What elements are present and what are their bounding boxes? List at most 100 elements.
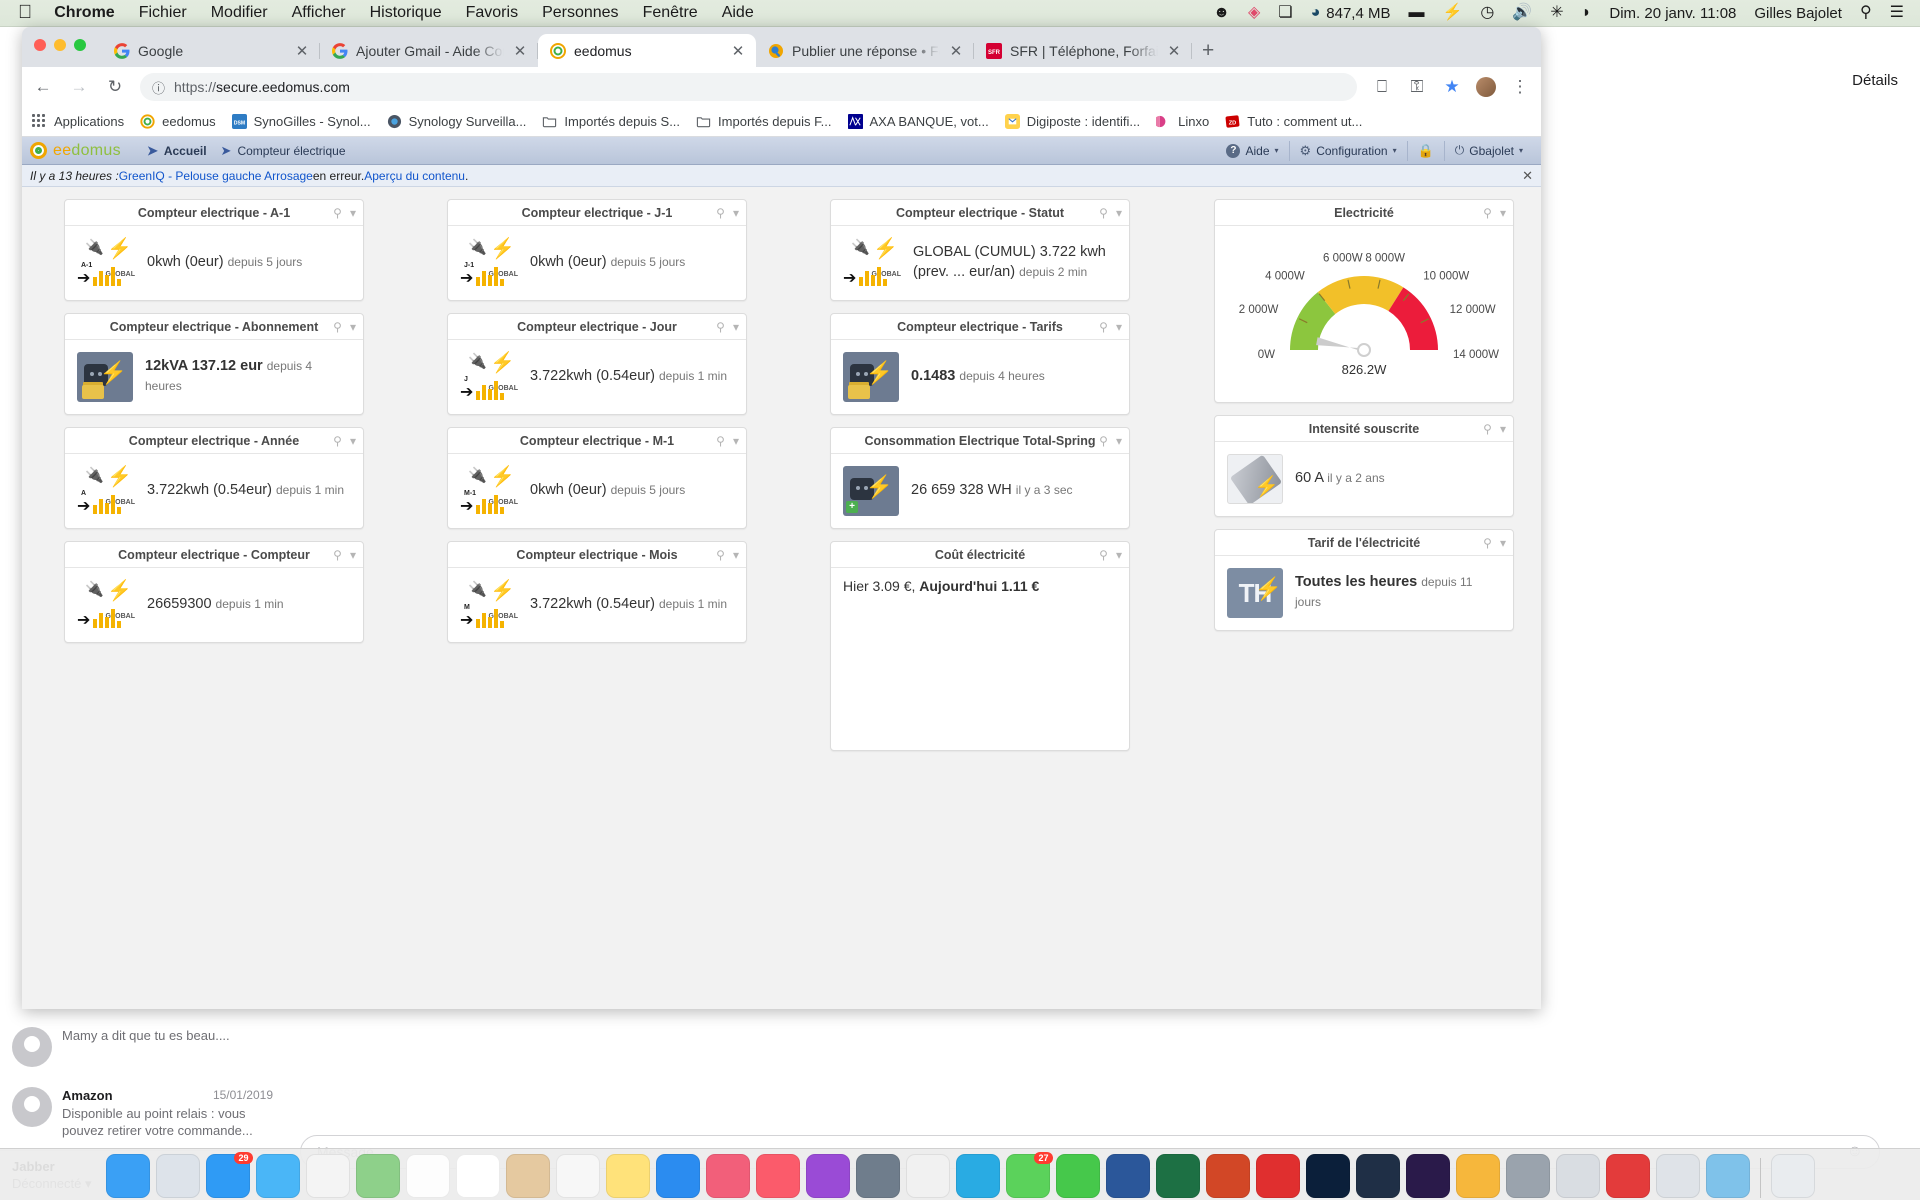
card-tools[interactable]: ⚲ ▾ [1099, 434, 1122, 448]
dock-item-folder[interactable] [1705, 1154, 1750, 1198]
card-tarif-electricite[interactable]: Tarif de l'électricité ⚲ ▾ TH ⚡ Toutes les… [1214, 529, 1514, 631]
chevron-down-icon[interactable]: ▾ [350, 320, 356, 334]
close-icon[interactable]: ✕ [512, 42, 528, 60]
dock-item-photoshop[interactable] [1305, 1154, 1350, 1198]
memory-gauge-icon[interactable]: ◕ [1311, 5, 1321, 21]
card-abonnement[interactable]: Compteur electrique - Abonnement ⚲ ▾ ⚡ 12… [64, 313, 364, 415]
search-icon[interactable]: ⚲ [1483, 422, 1492, 436]
close-window-button[interactable] [34, 39, 46, 51]
close-icon[interactable]: ✕ [730, 42, 746, 60]
bookmark-linxo[interactable]: Linxo [1154, 114, 1209, 130]
window-copy-icon[interactable]: ❏ [1278, 5, 1292, 21]
menu-historique[interactable]: Historique [370, 4, 442, 22]
dock-item-utilities[interactable] [1555, 1154, 1600, 1198]
dock-item-premiere[interactable] [1405, 1154, 1450, 1198]
search-icon[interactable]: ⚲ [716, 206, 725, 220]
chrome-menu-icon[interactable]: ⋮ [1509, 77, 1531, 97]
details-link[interactable]: Détails [1852, 72, 1898, 89]
dock-item-downloads[interactable] [1655, 1154, 1700, 1198]
bluetooth-icon[interactable]: ✳ [1550, 5, 1563, 21]
search-icon[interactable]: ⚲ [333, 434, 342, 448]
chevron-down-icon[interactable]: ▾ [1500, 206, 1506, 220]
time-machine-icon[interactable]: ◷ [1480, 5, 1494, 21]
card-electricite-gauge[interactable]: Electricité ⚲ ▾ 0W 2 000W 4 000W 6 000W 8 000… [1214, 199, 1514, 403]
cast-icon[interactable]: ⎕ [1371, 77, 1393, 97]
bookmark-synogilles[interactable]: DSM SynoGilles - Synol... [231, 113, 371, 130]
breadcrumb-compteur-electrique[interactable]: ➤ Compteur électrique [221, 143, 346, 159]
search-icon[interactable]: ⚲ [1860, 5, 1872, 21]
search-icon[interactable]: ⚲ [1099, 434, 1108, 448]
chevron-down-icon[interactable]: ▾ [1500, 422, 1506, 436]
close-icon[interactable]: ✕ [948, 42, 964, 60]
tab-forum[interactable]: Publier une réponse • Forum ee ✕ [756, 34, 974, 67]
back-button[interactable]: ← [32, 77, 54, 97]
shield-check-icon[interactable]: ◈ [1248, 5, 1260, 21]
chevron-down-icon[interactable]: ▾ [350, 548, 356, 562]
dock-item-app-store[interactable] [655, 1154, 700, 1198]
chevron-down-icon[interactable]: ▾ [1116, 434, 1122, 448]
card-tools[interactable]: ⚲ ▾ [1483, 536, 1506, 550]
card-j1[interactable]: Compteur electrique - J-1 ⚲ ▾ 🔌 ⚡ J-1 GLOB… [447, 199, 747, 301]
chevron-down-icon[interactable]: ▾ [1116, 548, 1122, 562]
card-tools[interactable]: ⚲ ▾ [1099, 548, 1122, 562]
dock-item-music[interactable] [755, 1154, 800, 1198]
card-tools[interactable]: ⚲ ▾ [1483, 422, 1506, 436]
menu-user[interactable]: ⏻ Gbajolet ▾ [1443, 140, 1533, 161]
card-tools[interactable]: ⚲ ▾ [1099, 320, 1122, 334]
smiley-icon[interactable]: ☻ [1213, 5, 1230, 21]
search-icon[interactable]: ⚲ [1483, 206, 1492, 220]
chevron-down-icon[interactable]: ▾ [1500, 536, 1506, 550]
tab-gmail-help[interactable]: Ajouter Gmail - Aide Compte G ✕ [320, 34, 538, 67]
dock-item-safari[interactable] [255, 1154, 300, 1198]
dock-item-trash[interactable] [1770, 1154, 1815, 1198]
card-tools[interactable]: ⚲ ▾ [716, 206, 739, 220]
card-cout-electricite[interactable]: Coût électricité ⚲ ▾ Hier 3.09 €, Aujourd… [830, 541, 1130, 751]
power-bolt-icon[interactable]: ⚡ [1442, 5, 1462, 21]
dock-item-powerpoint[interactable] [1205, 1154, 1250, 1198]
chevron-down-icon[interactable]: ▾ [733, 548, 739, 562]
menu-favoris[interactable]: Favoris [466, 4, 518, 22]
dock-item-time-machine[interactable] [855, 1154, 900, 1198]
dock-item-parallels[interactable] [1605, 1154, 1650, 1198]
menu-fenetre[interactable]: Fenêtre [643, 4, 698, 22]
card-compteur[interactable]: Compteur electrique - Compteur ⚲ ▾ 🔌 ⚡ GLO… [64, 541, 364, 643]
bookmark-imported-f[interactable]: Importés depuis F... [696, 114, 832, 130]
search-icon[interactable]: ⚲ [333, 206, 342, 220]
reload-button[interactable]: ↻ [104, 77, 126, 97]
menubar-username[interactable]: Gilles Bajolet [1754, 5, 1842, 22]
menu-fichier[interactable]: Fichier [139, 4, 187, 22]
menu-modifier[interactable]: Modifier [211, 4, 268, 22]
dock-item-calendar[interactable] [455, 1154, 500, 1198]
search-icon[interactable]: ⚲ [1099, 548, 1108, 562]
search-icon[interactable]: ⚲ [1099, 206, 1108, 220]
chevron-down-icon[interactable]: ▾ [1116, 320, 1122, 334]
menubar-datetime[interactable]: Dim. 20 janv. 11:08 [1609, 5, 1736, 22]
volume-icon[interactable]: 🔊 [1512, 5, 1532, 21]
dock-item-lightroom[interactable] [1355, 1154, 1400, 1198]
bookmark-imported-s[interactable]: Importés depuis S... [542, 114, 680, 130]
card-tools[interactable]: ⚲ ▾ [716, 434, 739, 448]
card-m1[interactable]: Compteur electrique - M-1 ⚲ ▾ 🔌 ⚡ M-1 GLOB… [447, 427, 747, 529]
notification-link-preview[interactable]: Aperçu du contenu [364, 169, 465, 183]
search-icon[interactable]: ⚲ [716, 548, 725, 562]
tab-sfr[interactable]: SFR SFR | Téléphone, Forfait Mobile ✕ [974, 34, 1192, 67]
menu-lock[interactable]: 🔒 [1406, 140, 1444, 161]
dock-item-skype[interactable] [955, 1154, 1000, 1198]
bookmark-axa[interactable]: AXA BANQUE, vot... [847, 113, 989, 130]
dock-item-messages[interactable]: 27 [1005, 1152, 1053, 1198]
dock-item-notes[interactable] [605, 1154, 650, 1198]
chevron-down-icon[interactable]: ▾ [350, 206, 356, 220]
dock-item-contacts[interactable] [505, 1154, 550, 1198]
tab-eedomus[interactable]: eedomus ✕ [538, 34, 756, 67]
menu-aide[interactable]: ? Aide ▾ [1216, 141, 1288, 161]
bookmark-applications[interactable]: Applications [32, 113, 124, 130]
apple-logo-icon[interactable]:  [18, 2, 32, 24]
bookmark-star-icon[interactable]: ★ [1441, 77, 1463, 97]
dock-item-photos[interactable] [405, 1154, 450, 1198]
dock-item-itunes[interactable] [705, 1154, 750, 1198]
card-statut[interactable]: Compteur electrique - Statut ⚲ ▾ 🔌 ⚡ GLOBA… [830, 199, 1130, 301]
bookmark-tuto[interactable]: ZD Tuto : comment ut... [1225, 114, 1362, 130]
key-icon[interactable]: ⚿ [1406, 77, 1428, 97]
card-tools[interactable]: ⚲ ▾ [1099, 206, 1122, 220]
card-tools[interactable]: ⚲ ▾ [716, 548, 739, 562]
